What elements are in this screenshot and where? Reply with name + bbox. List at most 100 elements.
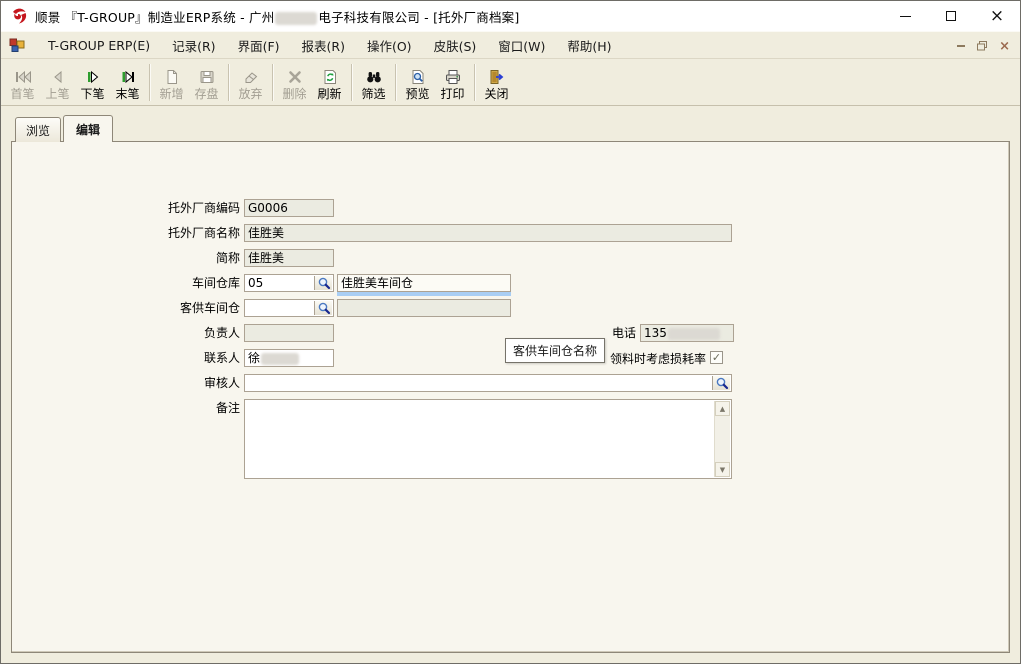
app-logo-icon <box>9 6 29 26</box>
vendor-name-field[interactable]: 佳胜美 <box>244 224 732 242</box>
toolbar-discard-button[interactable]: 放弃 <box>233 61 268 104</box>
workshop-warehouse-name-value: 佳胜美车间仓 <box>341 276 413 290</box>
auditor-lookup-button[interactable] <box>712 376 730 390</box>
toolbar-separator <box>228 64 229 101</box>
contact-label: 联系人 <box>42 349 240 367</box>
mdi-close-button[interactable]: × <box>999 40 1010 53</box>
exit-icon <box>487 67 507 87</box>
chevron-down-icon: ▼ <box>720 466 725 474</box>
scroll-down-button[interactable]: ▼ <box>715 462 730 477</box>
edit-tab-panel: 托外厂商编码 G0006 托外厂商名称 佳胜美 简称 佳胜美 车间仓库 05 佳… <box>11 141 1010 653</box>
window-maximize-button[interactable] <box>928 1 974 31</box>
manager-label: 负责人 <box>42 324 240 342</box>
magnifier-icon <box>317 301 331 315</box>
workshop-warehouse-code-field[interactable]: 05 <box>244 274 334 292</box>
remarks-textarea[interactable]: ▲ ▼ <box>244 399 732 479</box>
maximize-icon <box>946 11 956 21</box>
toolbar-separator <box>351 64 352 101</box>
mdi-document-icon <box>9 37 25 53</box>
menu-interface[interactable]: 界面(F) <box>227 31 291 60</box>
toolbar-preview-button[interactable]: 预览 <box>400 61 435 104</box>
discard-icon <box>241 67 261 87</box>
mdi-window-controls: × <box>957 32 1010 60</box>
magnifier-icon <box>317 276 331 290</box>
mdi-restore-button[interactable] <box>977 41 987 51</box>
phone-field[interactable]: 135 <box>640 324 734 342</box>
toolbar-separator <box>149 64 150 101</box>
toolbar-prev-record-button[interactable]: 上笔 <box>40 61 75 104</box>
preview-icon <box>408 67 428 87</box>
erp-main-window: 顺景 『T-GROUP』制造业ERP系统 - 广州电子科技有限公司 - [托外厂… <box>0 0 1021 664</box>
workshop-warehouse-code-value: 05 <box>248 276 263 290</box>
mdi-minimize-button[interactable] <box>957 45 965 47</box>
short-name-label: 简称 <box>42 249 240 267</box>
print-icon <box>443 67 463 87</box>
minimize-icon <box>900 16 911 17</box>
close-icon: × <box>990 8 1004 25</box>
toolbar-separator <box>395 64 396 101</box>
toolbar: 首笔 上笔 下笔 末笔 新增 存盘 <box>1 59 1020 106</box>
customer-warehouse-name-field[interactable] <box>337 299 511 317</box>
customer-warehouse-name-tooltip: 客供车间仓名称 <box>505 338 605 363</box>
delete-icon <box>285 67 305 87</box>
menu-report[interactable]: 报表(R) <box>291 31 356 60</box>
window-title: 顺景 『T-GROUP』制造业ERP系统 - 广州电子科技有限公司 - [托外厂… <box>35 7 519 26</box>
save-icon <box>197 67 217 87</box>
phone-value: 135 <box>644 326 667 340</box>
contact-field[interactable]: 徐 <box>244 349 334 367</box>
toolbar-refresh-button[interactable]: 刷新 <box>312 61 347 104</box>
menu-window[interactable]: 窗口(W) <box>487 31 556 60</box>
focus-highlight-bar <box>337 292 511 296</box>
toolbar-print-button[interactable]: 打印 <box>435 61 470 104</box>
toolbar-filter-button[interactable]: 筛选 <box>356 61 391 104</box>
vendor-code-label: 托外厂商编码 <box>42 199 240 217</box>
refresh-icon <box>320 67 340 87</box>
workshop-warehouse-name-field[interactable]: 佳胜美车间仓 <box>337 274 511 292</box>
scroll-up-button[interactable]: ▲ <box>715 401 730 416</box>
auditor-field[interactable] <box>244 374 732 392</box>
magnifier-icon <box>715 376 729 390</box>
window-minimize-button[interactable] <box>882 1 928 31</box>
remarks-scrollbar[interactable]: ▲ ▼ <box>714 401 730 477</box>
tab-strip: 浏览 编辑 <box>11 115 1010 141</box>
menu-help[interactable]: 帮助(H) <box>556 31 622 60</box>
contact-redacted <box>261 353 299 365</box>
manager-field[interactable] <box>244 324 334 342</box>
toolbar-separator <box>474 64 475 101</box>
toolbar-save-button[interactable]: 存盘 <box>189 61 224 104</box>
toolbar-last-record-button[interactable]: 末笔 <box>110 61 145 104</box>
short-name-field[interactable]: 佳胜美 <box>244 249 334 267</box>
menu-skin[interactable]: 皮肤(S) <box>423 31 488 60</box>
title-bar: 顺景 『T-GROUP』制造业ERP系统 - 广州电子科技有限公司 - [托外厂… <box>1 1 1020 31</box>
last-record-icon <box>118 67 138 87</box>
workshop-warehouse-label: 车间仓库 <box>42 274 240 292</box>
tab-edit[interactable]: 编辑 <box>63 115 113 142</box>
filter-icon <box>364 67 384 87</box>
tab-browse[interactable]: 浏览 <box>15 117 61 142</box>
window-controls: × <box>882 1 1020 31</box>
toolbar-new-button[interactable]: 新增 <box>154 61 189 104</box>
menu-tgroup-erp[interactable]: T-GROUP ERP(E) <box>37 33 161 58</box>
prev-record-icon <box>48 67 68 87</box>
auditor-label: 审核人 <box>42 374 240 392</box>
menu-record[interactable]: 记录(R) <box>161 31 226 60</box>
loss-rate-checkbox[interactable]: ✓ <box>710 351 723 364</box>
phone-redacted <box>668 328 720 340</box>
menu-operation[interactable]: 操作(O) <box>356 31 423 60</box>
vendor-name-value: 佳胜美 <box>248 226 284 240</box>
window-close-button[interactable]: × <box>974 1 1020 31</box>
vendor-name-label: 托外厂商名称 <box>42 224 240 242</box>
toolbar-close-button[interactable]: 关闭 <box>479 61 514 104</box>
short-name-value: 佳胜美 <box>248 251 284 265</box>
next-record-icon <box>83 67 103 87</box>
toolbar-delete-button[interactable]: 删除 <box>277 61 312 104</box>
first-record-icon <box>13 67 33 87</box>
customer-warehouse-code-field[interactable] <box>244 299 334 317</box>
toolbar-first-record-button[interactable]: 首笔 <box>5 61 40 104</box>
menu-bar: T-GROUP ERP(E) 记录(R) 界面(F) 报表(R) 操作(O) 皮… <box>1 31 1020 59</box>
toolbar-next-record-button[interactable]: 下笔 <box>75 61 110 104</box>
workshop-warehouse-lookup-button[interactable] <box>314 276 332 290</box>
customer-warehouse-lookup-button[interactable] <box>314 301 332 315</box>
vendor-code-field[interactable]: G0006 <box>244 199 334 217</box>
contact-value: 徐 <box>248 351 260 365</box>
